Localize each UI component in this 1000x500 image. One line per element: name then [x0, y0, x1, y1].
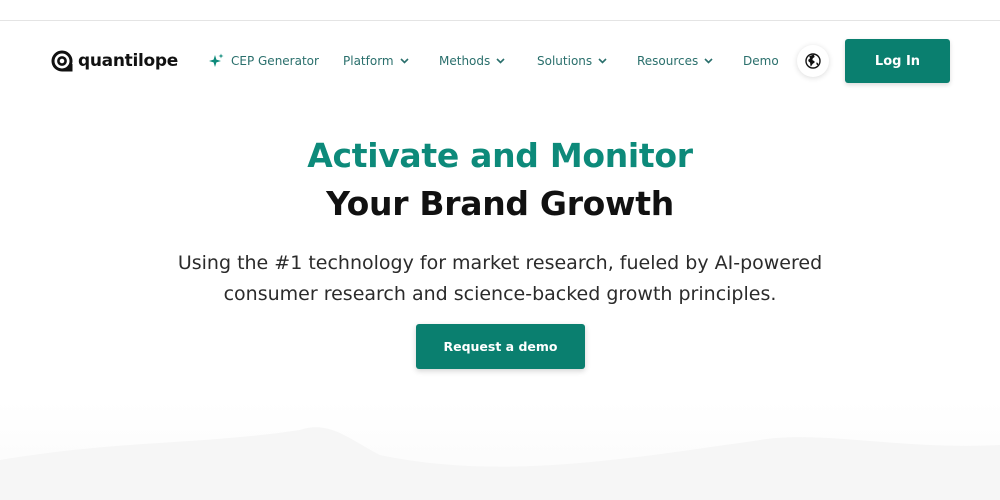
chevron-down-icon: [598, 58, 607, 64]
hero-title-line-2: Your Brand Growth: [326, 184, 674, 223]
chevron-down-icon: [400, 58, 409, 64]
nav-item-demo[interactable]: Demo: [743, 53, 779, 69]
nav-item-cep-generator[interactable]: CEP Generator: [207, 53, 319, 69]
nav-item-label: Demo: [743, 54, 779, 68]
top-divider: [0, 20, 1000, 21]
login-button[interactable]: Log In: [845, 39, 950, 83]
sparkle-icon: [209, 53, 224, 67]
nav-item-label: Solutions: [537, 54, 593, 68]
hero-title-line-1: Activate and Monitor: [307, 136, 693, 175]
logo-mark-icon: [51, 50, 73, 72]
chevron-down-icon: [704, 58, 713, 64]
nav-item-label: CEP Generator: [231, 54, 319, 68]
quantilope-logo[interactable]: quantilope: [51, 50, 178, 72]
nav-item-platform[interactable]: Platform: [343, 53, 409, 69]
logo-wordmark: quantilope: [78, 51, 179, 71]
globe-icon: [805, 53, 821, 69]
hero-subtitle: Using the #1 technology for market resea…: [177, 252, 823, 305]
nav-item-methods[interactable]: Methods: [439, 53, 505, 69]
nav-item-label: Resources: [637, 54, 699, 68]
nav-item-label: Methods: [439, 54, 491, 68]
language-selector[interactable]: [797, 45, 829, 77]
chevron-down-icon: [496, 58, 505, 64]
nav-item-solutions[interactable]: Solutions: [537, 53, 607, 69]
page: quantilope CEP Generator Platform Method…: [0, 0, 1000, 500]
background-decoration: [0, 427, 1000, 500]
request-demo-button[interactable]: Request a demo: [416, 324, 585, 369]
main-navigation: quantilope CEP Generator Platform Method…: [0, 38, 1000, 84]
nav-item-label: Platform: [343, 54, 394, 68]
nav-item-resources[interactable]: Resources: [637, 53, 713, 69]
